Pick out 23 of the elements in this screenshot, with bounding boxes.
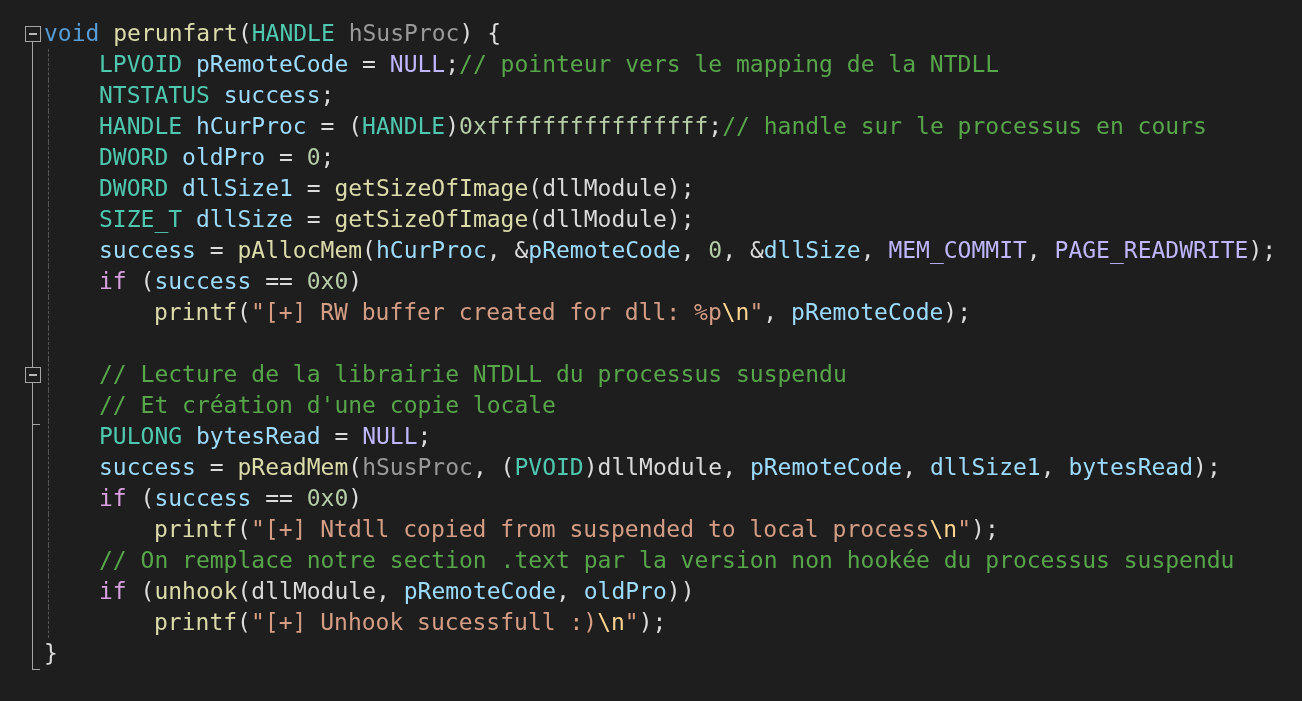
code-line: void perunfart(HANDLE hSusProc) { bbox=[44, 19, 501, 48]
collapse-icon[interactable] bbox=[25, 367, 41, 383]
code-line: LPVOID pRemoteCode = NULL;// pointeur vers le mapping de la NTDLL bbox=[99, 50, 1000, 79]
code-line: } bbox=[44, 639, 58, 668]
code-line: HANDLE hCurProc = (HANDLE)0xffffffffffffffff;// handle sur le processus en cours bbox=[99, 112, 1207, 141]
code-comment: // Et création d'une copie locale bbox=[99, 391, 556, 420]
code-comment: // Lecture de la librairie NTDLL du processus suspendu bbox=[99, 360, 847, 389]
outline-tick bbox=[32, 424, 40, 425]
code-line: DWORD dllSize1 = getSizeOfImage(dllModule); bbox=[99, 174, 695, 203]
code-line: printf("[+] Unhook sucessfull :)\n"); bbox=[154, 608, 667, 637]
code-line: printf("[+] RW buffer created for dll: %p\n", pRemoteCode); bbox=[154, 298, 972, 327]
code-line: SIZE_T dllSize = getSizeOfImage(dllModule); bbox=[99, 205, 695, 235]
code-line: NTSTATUS success; bbox=[99, 81, 335, 110]
code-line: success = pAllocMem(hCurProc, &pRemoteCode, 0, &dllSize, MEM_COMMIT, PAGE_READWRITE); bbox=[99, 236, 1277, 266]
code-line: DWORD oldPro = 0; bbox=[99, 143, 335, 172]
code-comment: // On remplace notre section .text par la version non hookée du processus suspendu bbox=[99, 546, 1235, 575]
code-line: success = pReadMem(hSusProc, (PVOID)dllModule, pRemoteCode, dllSize1, bytesRead); bbox=[99, 453, 1221, 482]
code-line: printf("[+] Ntdll copied from suspended to local process\n"); bbox=[154, 515, 999, 544]
code-line: if (unhook(dllModule, pRemoteCode, oldPro)) bbox=[99, 577, 695, 606]
code-line: if (success == 0x0) bbox=[99, 267, 363, 296]
code-line: PULONG bytesRead = NULL; bbox=[99, 422, 432, 451]
collapse-icon[interactable] bbox=[25, 26, 41, 42]
code-line: if (success == 0x0) bbox=[99, 484, 363, 513]
